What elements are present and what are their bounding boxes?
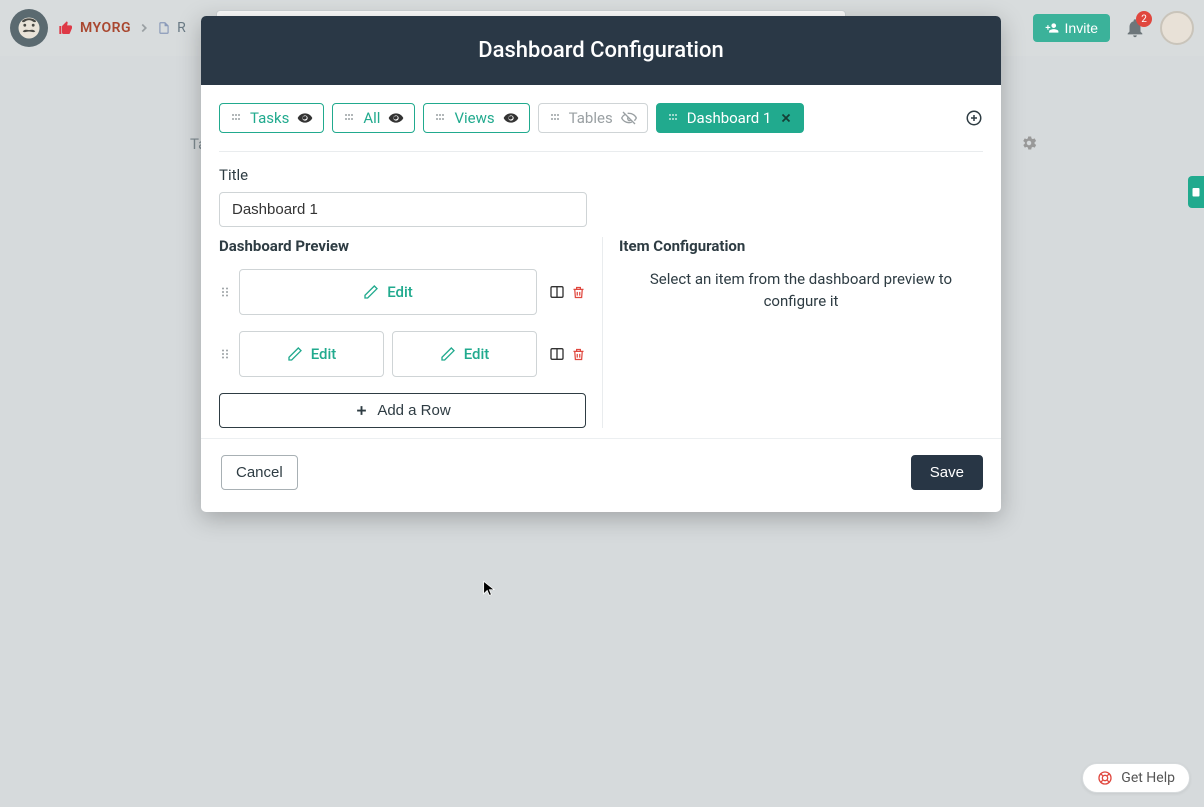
- close-icon[interactable]: [779, 111, 793, 125]
- delete-row-icon[interactable]: [571, 347, 586, 362]
- tab-bar: Tasks All Views Tables Dashboard 1: [219, 103, 983, 152]
- edit-item-button[interactable]: Edit: [239, 331, 384, 377]
- pencil-icon: [363, 284, 379, 300]
- chevron-right-icon: [137, 21, 151, 35]
- plus-icon: [354, 403, 369, 418]
- preview-heading: Dashboard Preview: [219, 237, 586, 255]
- split-column-icon[interactable]: [549, 284, 565, 300]
- grip-icon: [667, 112, 679, 124]
- edit-item-button[interactable]: Edit: [239, 269, 537, 315]
- tab-label: Views: [454, 109, 494, 127]
- invite-button[interactable]: Invite: [1033, 14, 1110, 42]
- tab-tasks[interactable]: Tasks: [219, 103, 324, 133]
- breadcrumb-org[interactable]: MYORG: [80, 20, 131, 36]
- notifications-badge: 2: [1136, 11, 1152, 27]
- grip-icon: [230, 112, 242, 124]
- settings-gear-icon[interactable]: [1020, 134, 1038, 152]
- save-button[interactable]: Save: [911, 455, 983, 490]
- lifebuoy-icon: [1097, 770, 1113, 786]
- split-column-icon[interactable]: [549, 346, 565, 362]
- dashboard-config-modal: Dashboard Configuration Tasks All Views …: [201, 16, 1001, 512]
- drag-handle-icon[interactable]: [219, 284, 231, 300]
- tab-label: Tasks: [250, 109, 289, 127]
- title-label: Title: [219, 166, 983, 184]
- document-icon: [157, 21, 171, 35]
- mustache-face-icon: [15, 14, 43, 42]
- tab-tables[interactable]: Tables: [538, 103, 648, 133]
- eye-icon: [503, 110, 519, 126]
- edit-label: Edit: [387, 283, 413, 301]
- config-help-text: Select an item from the dashboard previe…: [619, 269, 983, 313]
- thumbs-up-icon[interactable]: [58, 20, 74, 36]
- tab-label: Dashboard 1: [687, 109, 772, 127]
- notifications-button[interactable]: 2: [1124, 17, 1146, 39]
- config-heading: Item Configuration: [619, 237, 983, 255]
- user-plus-icon: [1045, 21, 1059, 35]
- tab-all[interactable]: All: [332, 103, 415, 133]
- cursor-icon: [483, 580, 497, 598]
- user-avatar[interactable]: [1160, 11, 1194, 45]
- tab-label: Tables: [569, 109, 613, 127]
- eye-icon: [388, 110, 404, 126]
- add-tab-button[interactable]: [965, 109, 983, 127]
- tab-label: All: [363, 109, 380, 127]
- eye-off-icon: [621, 110, 637, 126]
- edit-label: Edit: [464, 345, 490, 363]
- modal-title: Dashboard Configuration: [201, 16, 1001, 85]
- title-input[interactable]: [219, 192, 587, 227]
- tab-dashboard-1[interactable]: Dashboard 1: [656, 103, 805, 133]
- preview-row: Edit: [219, 269, 586, 315]
- grip-icon: [434, 112, 446, 124]
- add-row-label: Add a Row: [377, 402, 450, 419]
- invite-label: Invite: [1065, 20, 1098, 36]
- get-help-label: Get Help: [1121, 770, 1175, 786]
- edit-label: Edit: [311, 345, 337, 363]
- grip-icon: [549, 112, 561, 124]
- get-help-button[interactable]: Get Help: [1082, 763, 1190, 793]
- edit-item-button[interactable]: Edit: [392, 331, 537, 377]
- tab-views[interactable]: Views: [423, 103, 529, 133]
- add-row-button[interactable]: Add a Row: [219, 393, 586, 428]
- delete-row-icon[interactable]: [571, 285, 586, 300]
- clipboard-icon: [1190, 186, 1202, 198]
- drag-handle-icon[interactable]: [219, 346, 231, 362]
- grip-icon: [343, 112, 355, 124]
- pencil-icon: [440, 346, 456, 362]
- breadcrumb: MYORG R: [58, 20, 186, 36]
- plus-circle-icon: [965, 109, 983, 127]
- app-logo[interactable]: [10, 9, 48, 47]
- cancel-button[interactable]: Cancel: [221, 455, 298, 490]
- eye-icon: [297, 110, 313, 126]
- side-panel-toggle[interactable]: [1188, 176, 1204, 208]
- breadcrumb-doc[interactable]: R: [177, 20, 186, 36]
- pencil-icon: [287, 346, 303, 362]
- preview-row: Edit Edit: [219, 331, 586, 377]
